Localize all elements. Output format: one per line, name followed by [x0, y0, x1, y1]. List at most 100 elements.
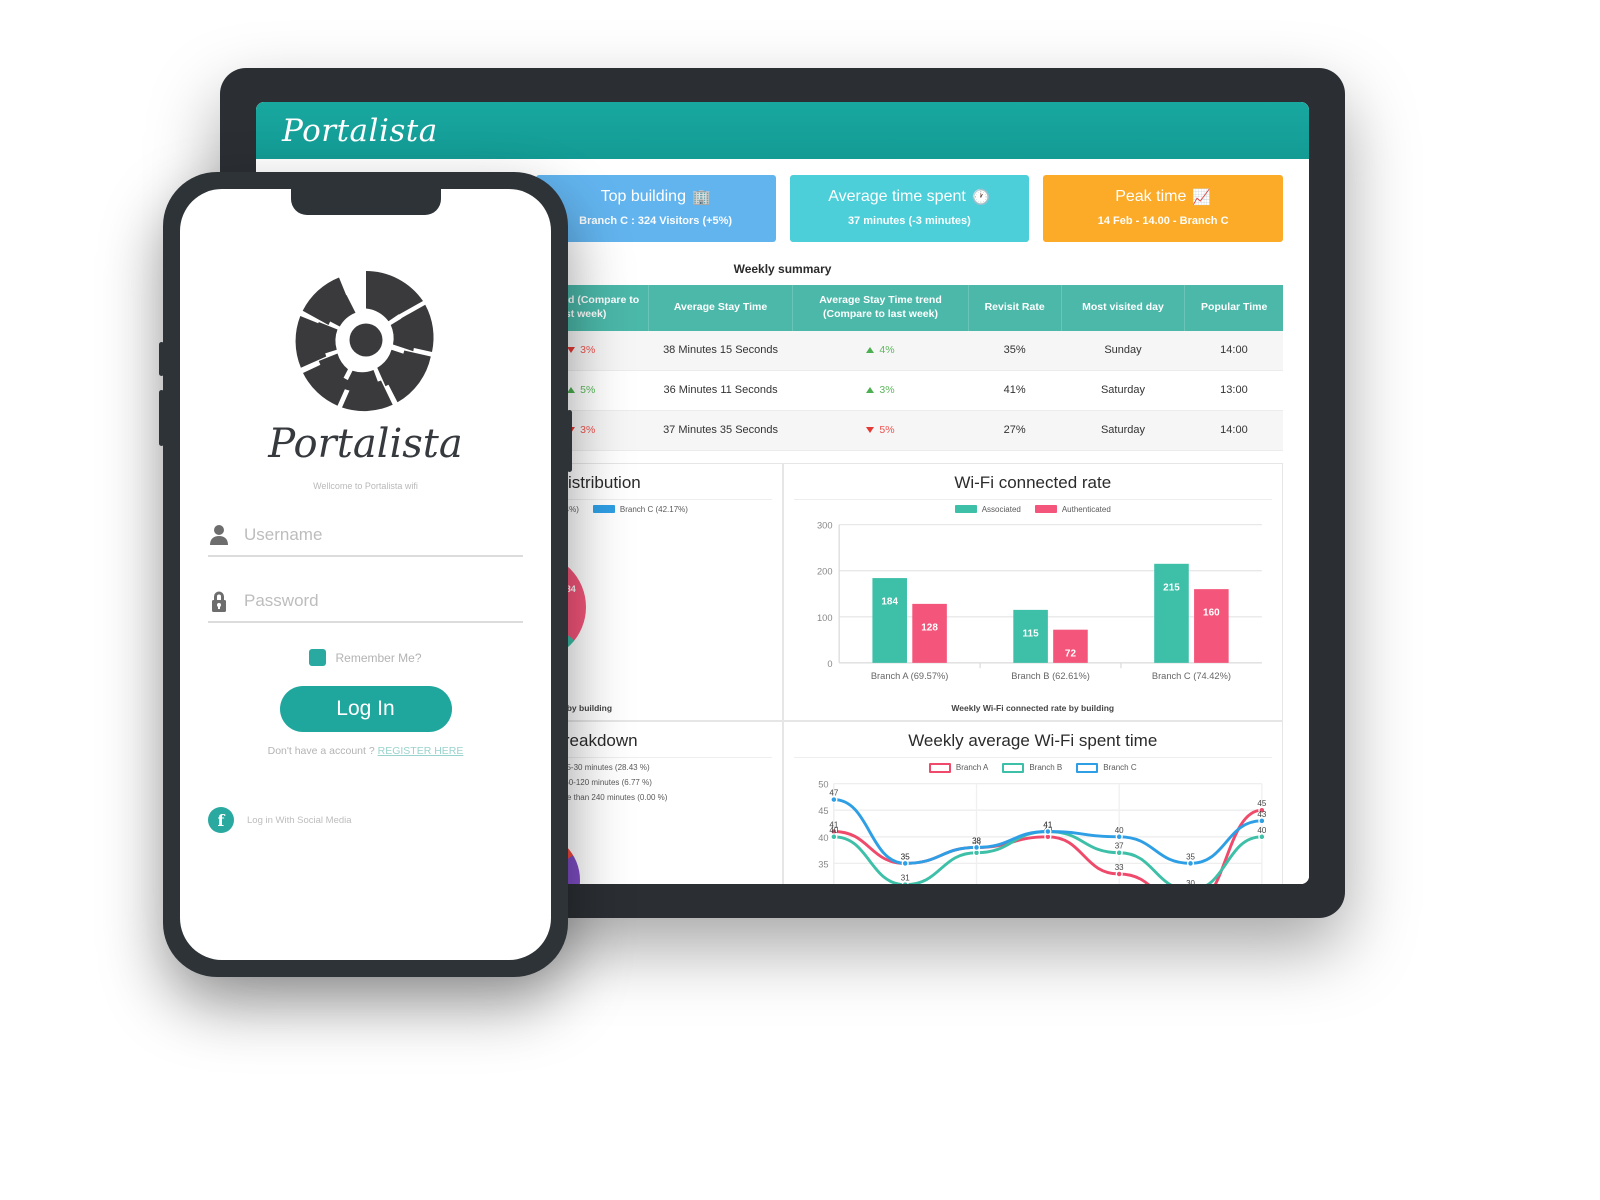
kpi-card-top-building[interactable]: Top building 🏢 Branch C : 324 Visitors (… [535, 175, 776, 243]
bar-value-label: 215 [1163, 582, 1180, 593]
trend-value: 3% [580, 423, 596, 436]
line-chart-weekly-average[interactable]: 253035404550SundayTuesdayThrusdaySaturda… [794, 773, 1273, 884]
phone-notch [290, 189, 441, 215]
login-button[interactable]: Log In [279, 686, 452, 732]
y-tick-label: 50 [818, 779, 828, 789]
facebook-icon[interactable]: f [208, 807, 234, 833]
col-popular-time[interactable]: Popular Time [1184, 285, 1283, 332]
legend-swatch [1034, 505, 1057, 514]
col-revisit-rate[interactable]: Revisit Rate [968, 285, 1062, 332]
data-point-label: 40 [829, 826, 838, 835]
bar-value-label: 115 [1022, 628, 1039, 639]
cell-average-stay-time: 38 Minutes 15 Seconds [648, 331, 793, 371]
y-tick-label: 300 [817, 520, 833, 530]
phone-brand-title: Portalista [268, 421, 463, 467]
kpi-card-peak-time[interactable]: Peak time 📈 14 Feb - 14.00 - Branch C [1043, 175, 1283, 243]
chart-legend: Branch A Branch B Branch C [794, 762, 1273, 773]
legend-label: 60-120 minutes (6.77 %) [564, 777, 652, 787]
cell-average-stay-time-trend: 5% [792, 410, 969, 451]
data-point-label: 40 [1257, 826, 1266, 835]
kpi-title: Top building 🏢 [546, 187, 766, 207]
col-most-visited-day[interactable]: Most visited day [1061, 285, 1186, 332]
username-input[interactable] [244, 525, 523, 545]
legend-swatch [592, 505, 615, 514]
data-point-label: 41 [1043, 820, 1052, 829]
app-header: Portalista [256, 102, 1309, 159]
trend-value: 5% [580, 383, 596, 396]
login-screen: Portalista Wellcome to Portalista wifi U… [180, 189, 551, 960]
register-prompt-text: Don't have a account ? [267, 745, 375, 757]
cell-revisit-rate: 35% [968, 331, 1062, 371]
legend-label: Authenticated [1061, 504, 1111, 514]
legend-label: Branch B [1029, 763, 1063, 773]
kpi-card-average-time-spent[interactable]: Average time spent 🕐 37 minutes (-3 minu… [789, 175, 1030, 243]
phone-power-button[interactable] [567, 410, 572, 472]
phone-volume-up-button[interactable] [159, 342, 164, 376]
cell-most-visited-day: Sunday [1061, 331, 1185, 371]
bar [1193, 588, 1229, 663]
cell-average-stay-time-trend: 3% [792, 370, 969, 411]
phone-tagline: Wellcome to Portalista wifi [313, 481, 418, 491]
legend-item[interactable]: Authenticated [1034, 504, 1111, 514]
legend-item[interactable]: Branch B [1002, 762, 1063, 773]
cell-revisit-rate: 41% [968, 370, 1062, 411]
legend-item[interactable]: Branch C (42.17%) [592, 505, 688, 514]
chart-title: Weekly average Wi-Fi spent time [908, 730, 1158, 750]
bar-value-label: 72 [1064, 648, 1076, 659]
bar-value-label: 128 [921, 622, 938, 633]
legend-label: more than 240 minutes (0.00 %) [553, 792, 668, 802]
legend-item[interactable]: Branch A [928, 762, 988, 773]
kpi-value: Branch C : 324 Visitors (+5%) [579, 215, 733, 227]
bar-value-label: 184 [881, 596, 898, 607]
remember-me-label: Remember Me? [335, 650, 422, 665]
remember-me-checkbox[interactable] [309, 649, 327, 666]
username-field-row [208, 517, 523, 557]
legend-item[interactable]: Associated [954, 505, 1021, 514]
data-point-label: 37 [1114, 842, 1123, 851]
y-tick-label: 40 [818, 833, 828, 843]
kpi-value: 14 Feb - 14.00 - Branch C [1097, 215, 1229, 227]
app-title: Portalista [282, 112, 438, 149]
trend-value: 3% [580, 344, 596, 357]
kpi-title-text: Top building [600, 188, 686, 205]
trend-up-icon [866, 387, 875, 394]
password-input[interactable] [244, 591, 523, 611]
data-point-label: 38 [972, 836, 981, 845]
user-icon [208, 523, 230, 547]
col-average-stay-time[interactable]: Average Stay Time [648, 285, 794, 332]
kpi-value: 37 minutes (-3 minutes) [847, 215, 971, 227]
chart-card-wifi-connected-rate: Wi-Fi connected rate Associated Authentic… [782, 462, 1283, 721]
bar [871, 577, 907, 663]
bar-chart-wifi-connected-rate[interactable]: 0 100 200 300 184 128 Branch A (69.57%) 115 72 Br… [794, 514, 1273, 700]
social-login-row[interactable]: f Log in With Social Media [208, 807, 523, 833]
kpi-title: Peak time 📈 [1053, 187, 1273, 207]
legend-swatch [928, 762, 951, 773]
data-point-label: 43 [1257, 810, 1266, 819]
trend-value: 5% [879, 423, 895, 436]
register-here-link[interactable]: REGISTER HERE [378, 745, 464, 757]
chart-plot-area: 0 100 200 300 184 128 Branch A (69.57%) 115 72 Br… [794, 514, 1273, 700]
divider [793, 756, 1272, 758]
trend-up-icon [866, 347, 875, 354]
phone-volume-down-button[interactable] [159, 390, 164, 446]
x-tick-label: Branch A (69.57%) [870, 671, 948, 681]
data-point-label: 33 [1114, 863, 1123, 872]
divider [793, 498, 1272, 500]
data-point-label: 40 [1114, 826, 1123, 835]
y-tick-label: 200 [817, 566, 833, 576]
social-login-label: Log in With Social Media [247, 814, 352, 826]
cell-average-stay-time: 36 Minutes 11 Seconds [648, 370, 793, 411]
legend-item[interactable]: Branch C [1076, 762, 1137, 773]
y-tick-label: 45 [818, 806, 828, 816]
register-prompt: Don't have a account ? REGISTER HERE [208, 745, 523, 757]
remember-me-row[interactable]: Remember Me? [208, 649, 523, 666]
legend-swatch [954, 505, 977, 514]
data-point-label: 47 [829, 788, 838, 797]
phone-device: Portalista Wellcome to Portalista wifi U… [159, 172, 572, 977]
chart-plot-area: 253035404550SundayTuesdayThrusdaySaturda… [794, 773, 1273, 884]
col-average-stay-time-trend[interactable]: Average Stay Time trend (Compare to last… [792, 285, 969, 332]
kpi-title-text: Peak time [1115, 188, 1187, 205]
bar [1153, 563, 1189, 663]
data-point-label: 45 [1257, 799, 1266, 808]
kpi-title: Average time spent 🕐 [800, 187, 1020, 207]
